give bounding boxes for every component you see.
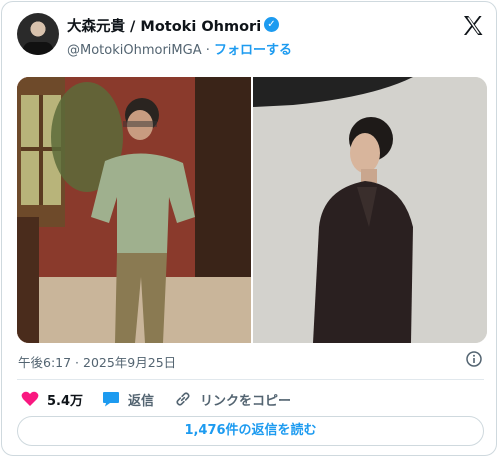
- handle-separator: ·: [201, 43, 214, 58]
- embedded-post-card: 大森元貴 / Motoki Ohmori ✓ @MotokiOhmoriMGA …: [1, 1, 497, 456]
- heart-icon: [21, 391, 39, 406]
- follow-link[interactable]: フォローする: [214, 43, 292, 58]
- author-display-name[interactable]: 大森元貴 / Motoki Ohmori: [67, 15, 261, 36]
- author-handle-row: @MotokiOhmoriMGA · フォローする: [67, 39, 292, 58]
- read-replies-button[interactable]: 1,476件の返信を読む: [17, 416, 484, 446]
- link-icon: [176, 392, 190, 406]
- reply-label: 返信: [128, 393, 155, 409]
- post-timestamp[interactable]: 午後6:17 · 2025年9月25日: [18, 352, 176, 371]
- actions-divider: [17, 379, 484, 380]
- verified-badge-icon: ✓: [264, 17, 279, 32]
- post-photo-right[interactable]: [253, 77, 487, 343]
- like-count: 5.4万: [47, 393, 84, 409]
- author-avatar[interactable]: [17, 13, 59, 55]
- reply-button[interactable]: 返信: [102, 389, 154, 409]
- author-handle[interactable]: @MotokiOhmoriMGA: [67, 43, 202, 58]
- post-photo-left[interactable]: [17, 77, 251, 343]
- copy-link-button[interactable]: リンクをコピー: [174, 389, 291, 409]
- like-button[interactable]: 5.4万: [21, 389, 83, 409]
- copy-link-label: リンクをコピー: [200, 393, 292, 409]
- info-icon[interactable]: [466, 351, 482, 367]
- x-logo-icon[interactable]: [461, 14, 485, 38]
- speech-bubble-icon: [103, 392, 119, 407]
